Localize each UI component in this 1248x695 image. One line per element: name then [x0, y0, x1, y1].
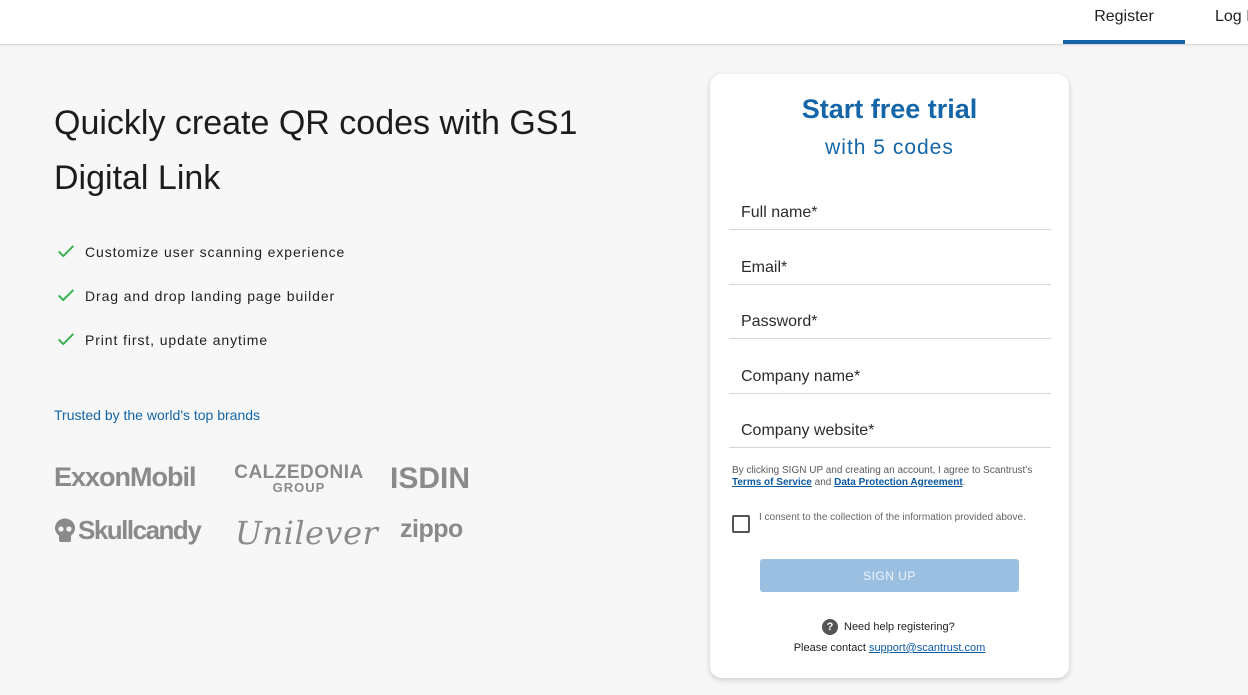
terms-and: and: [814, 477, 832, 488]
calzedonia-logo-text: CALZEDONIA: [234, 462, 364, 483]
consent-label: I consent to the collection of the infor…: [759, 512, 1026, 523]
password-field: [729, 305, 1051, 339]
top-navbar: Register Log In: [0, 0, 1248, 45]
skull-icon: [55, 518, 75, 542]
full-name-input[interactable]: [729, 196, 1051, 229]
page-headline: Quickly create QR codes with GS1 Digital…: [54, 104, 578, 197]
terms-prefix: By clicking SIGN UP and creating an acco…: [732, 465, 1033, 476]
checkmark-icon: [58, 289, 74, 302]
feature-item: Customize user scanning experience: [55, 240, 345, 284]
feature-list: Customize user scanning experience Drag …: [55, 240, 345, 372]
feature-text: Print first, update anytime: [85, 332, 269, 348]
company-website-input[interactable]: [729, 414, 1051, 447]
card-subtitle: with 5 codes: [825, 136, 954, 159]
email-input[interactable]: [729, 251, 1051, 284]
terms-of-service-link[interactable]: Terms of Service: [732, 477, 812, 488]
trusted-brands-heading: Trusted by the world's top brands: [54, 407, 261, 423]
feature-text: Drag and drop landing page builder: [85, 288, 336, 304]
checkmark-icon: [58, 333, 74, 346]
exxonmobil-logo: ExxonMobil: [54, 462, 197, 492]
help-text: Need help registering?: [844, 621, 955, 633]
help-icon: ?: [822, 619, 838, 635]
nav-register-tab[interactable]: Register: [1063, 0, 1185, 44]
full-name-field: [729, 196, 1051, 230]
isdin-logo: ISDIN: [390, 462, 471, 495]
skullcandy-logo: Skullcandy: [54, 515, 202, 546]
nav-login-tab[interactable]: Log In: [1215, 0, 1248, 44]
company-name-field: [729, 360, 1051, 394]
nav-login-label: Log In: [1215, 8, 1248, 25]
help-row: ? Need help registering?: [822, 619, 955, 635]
company-website-field: [729, 414, 1051, 448]
zippo-logo: zippo: [400, 515, 463, 543]
signup-card: Start free trial with 5 codes By clickin…: [710, 74, 1069, 678]
terms-notice: By clicking SIGN UP and creating an acco…: [732, 465, 1042, 489]
feature-item: Print first, update anytime: [55, 328, 345, 372]
feature-text: Customize user scanning experience: [85, 244, 346, 260]
feature-item: Drag and drop landing page builder: [55, 284, 345, 328]
nav-register-label: Register: [1094, 8, 1154, 25]
calzedonia-logo: CALZEDONIA GROUP: [233, 462, 365, 495]
email-field: [729, 251, 1051, 285]
support-email-link[interactable]: support@scantrust.com: [869, 642, 985, 654]
contact-line: Please contact support@scantrust.com: [710, 642, 1069, 654]
checkmark-icon: [58, 245, 74, 258]
card-title: Start free trial: [801, 94, 978, 124]
terms-suffix: .: [962, 477, 966, 488]
consent-checkbox[interactable]: [732, 515, 750, 533]
skullcandy-logo-text: Skullcandy: [78, 515, 202, 545]
data-protection-agreement-link[interactable]: Data Protection Agreement: [834, 477, 963, 488]
password-input[interactable]: [729, 305, 1051, 338]
unilever-logo: Unilever: [235, 514, 379, 552]
contact-prefix: Please contact: [793, 642, 866, 654]
signup-button[interactable]: SIGN UP: [760, 559, 1019, 592]
active-tab-indicator: [1063, 40, 1185, 44]
company-name-input[interactable]: [729, 360, 1051, 393]
